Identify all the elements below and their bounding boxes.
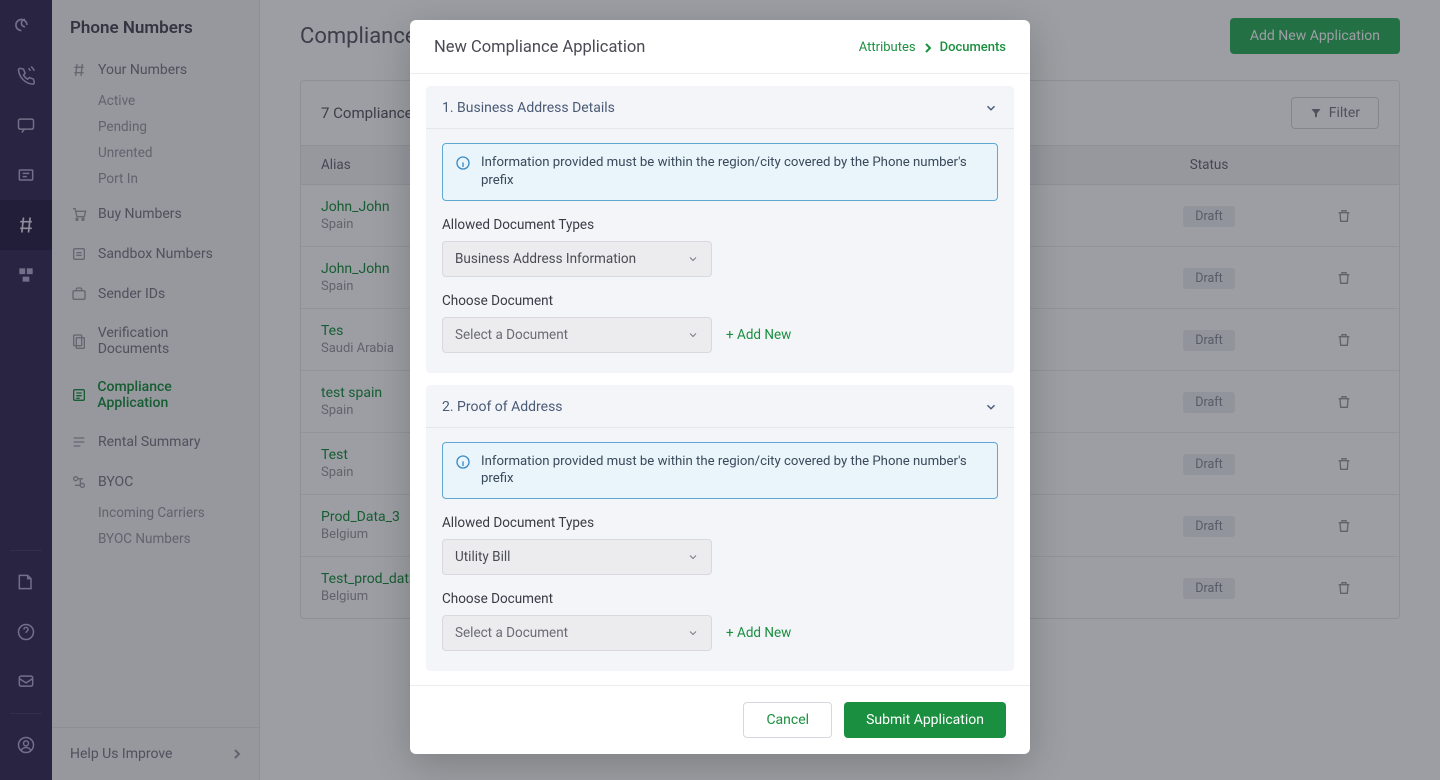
choose-document-select[interactable]: Select a Document bbox=[442, 317, 712, 353]
modal-title: New Compliance Application bbox=[434, 38, 645, 57]
chevron-down-icon bbox=[687, 253, 699, 265]
info-icon bbox=[455, 454, 471, 489]
select-placeholder: Select a Document bbox=[455, 625, 568, 641]
info-box: Information provided must be within the … bbox=[442, 143, 998, 201]
add-new-link[interactable]: + Add New bbox=[726, 327, 791, 343]
chevron-down-icon bbox=[687, 551, 699, 563]
chevron-down-icon bbox=[687, 329, 699, 341]
chevron-right-icon bbox=[924, 43, 932, 53]
modal-section-1: 1. Business Address Details Information p… bbox=[426, 86, 1014, 373]
allowed-label: Allowed Document Types bbox=[442, 515, 998, 531]
chevron-down-icon bbox=[984, 101, 998, 115]
allowed-doc-type-select[interactable]: Utility Bill bbox=[442, 539, 712, 575]
select-value: Utility Bill bbox=[455, 549, 510, 565]
info-icon bbox=[455, 155, 471, 190]
section-header[interactable]: 1. Business Address Details bbox=[426, 86, 1014, 129]
modal-section-2: 2. Proof of Address Information provided … bbox=[426, 385, 1014, 672]
cancel-button[interactable]: Cancel bbox=[743, 702, 832, 738]
modal-breadcrumb: Attributes Documents bbox=[859, 40, 1006, 55]
new-compliance-modal: New Compliance Application Attributes Do… bbox=[410, 20, 1030, 754]
choose-document-select[interactable]: Select a Document bbox=[442, 615, 712, 651]
info-text: Information provided must be within the … bbox=[481, 154, 985, 190]
crumb-attributes[interactable]: Attributes bbox=[859, 40, 916, 55]
allowed-doc-type-select[interactable]: Business Address Information bbox=[442, 241, 712, 277]
section-heading: 2. Proof of Address bbox=[442, 399, 563, 415]
section-heading: 1. Business Address Details bbox=[442, 100, 615, 116]
info-text: Information provided must be within the … bbox=[481, 453, 985, 489]
select-value: Business Address Information bbox=[455, 251, 636, 267]
allowed-label: Allowed Document Types bbox=[442, 217, 998, 233]
chevron-down-icon bbox=[984, 400, 998, 414]
section-header[interactable]: 2. Proof of Address bbox=[426, 385, 1014, 428]
info-box: Information provided must be within the … bbox=[442, 442, 998, 500]
crumb-documents[interactable]: Documents bbox=[940, 40, 1006, 55]
choose-label: Choose Document bbox=[442, 591, 998, 607]
submit-application-button[interactable]: Submit Application bbox=[844, 702, 1006, 738]
choose-label: Choose Document bbox=[442, 293, 998, 309]
select-placeholder: Select a Document bbox=[455, 327, 568, 343]
add-new-link[interactable]: + Add New bbox=[726, 625, 791, 641]
chevron-down-icon bbox=[687, 627, 699, 639]
